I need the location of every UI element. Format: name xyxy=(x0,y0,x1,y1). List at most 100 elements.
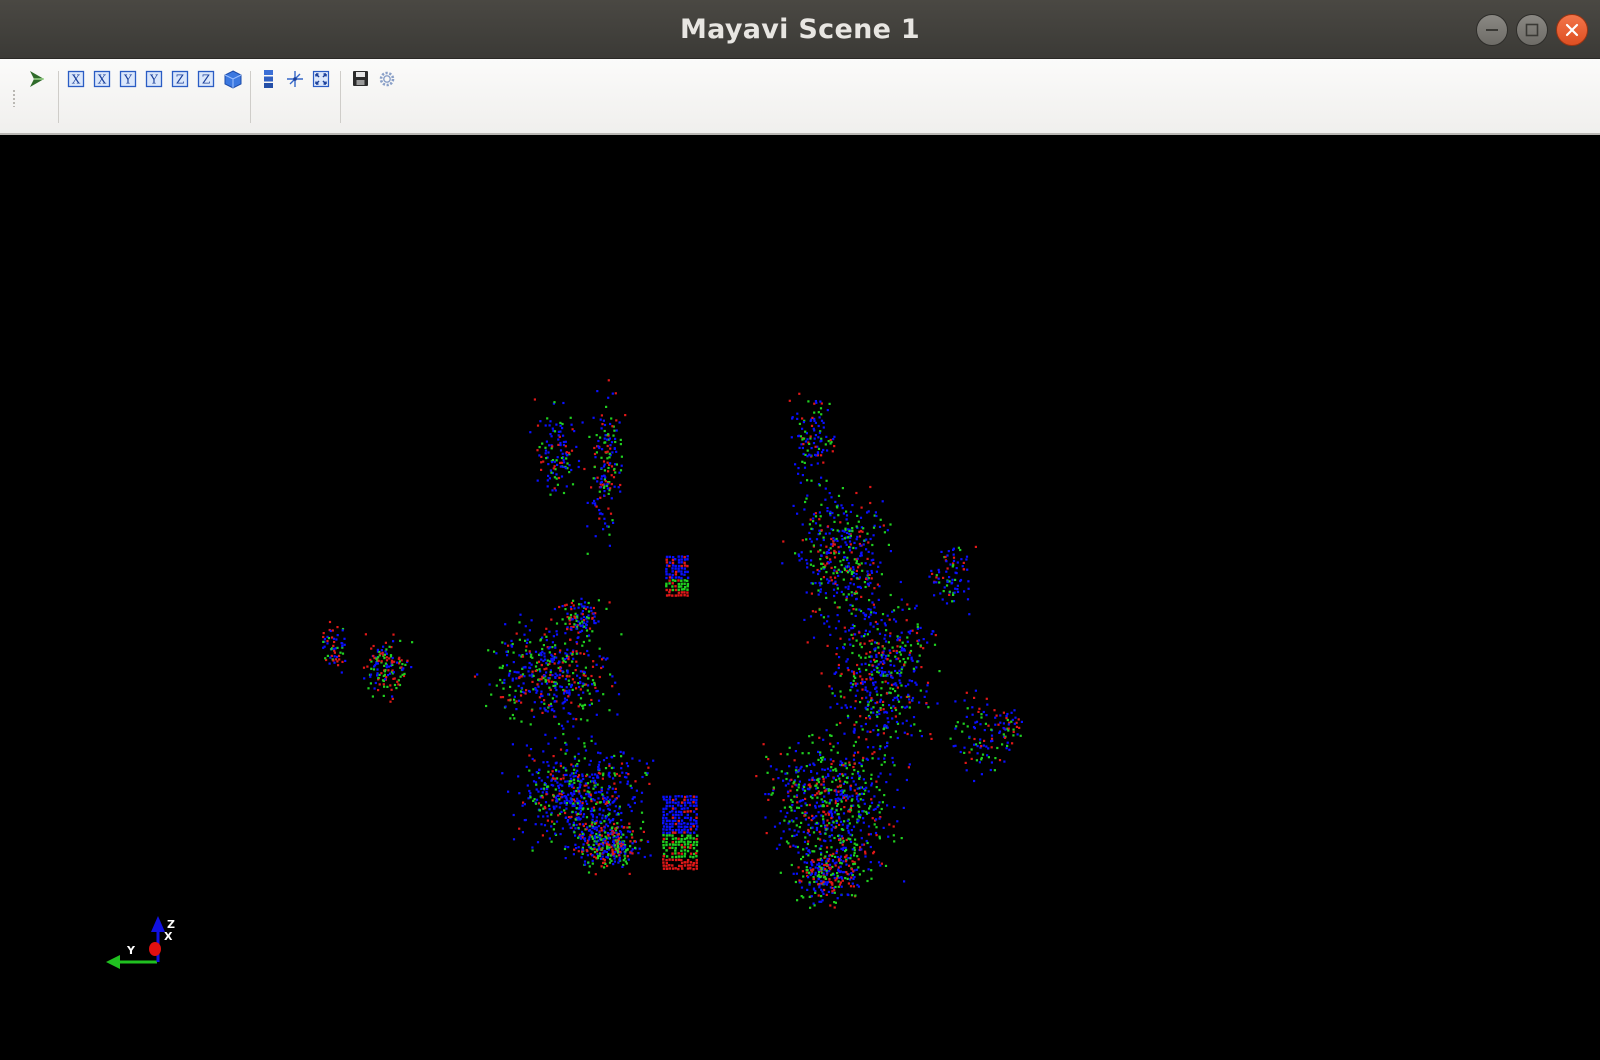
settings-button[interactable] xyxy=(376,68,398,90)
cloud-point xyxy=(891,610,894,613)
cloud-point xyxy=(628,826,631,829)
maximize-button[interactable] xyxy=(1516,14,1548,46)
minimize-button[interactable] xyxy=(1476,14,1508,46)
cloud-point xyxy=(591,665,595,668)
cloud-point xyxy=(613,485,616,488)
cloud-point xyxy=(587,829,591,832)
cloud-point xyxy=(604,434,607,437)
toolbar-grip[interactable] xyxy=(12,89,16,107)
cloud-point xyxy=(665,864,668,868)
cloud-point xyxy=(578,792,581,795)
cloud-point xyxy=(819,558,822,561)
cloud-point xyxy=(603,469,606,472)
cloud-point xyxy=(561,657,564,660)
cloud-point xyxy=(837,859,841,862)
cloud-point xyxy=(859,656,862,659)
title-bar[interactable]: Mayavi Scene 1 xyxy=(0,0,1600,59)
full-screen-button[interactable] xyxy=(310,68,332,90)
cloud-point xyxy=(851,504,854,507)
cloud-point xyxy=(564,796,567,799)
cloud-point xyxy=(555,805,558,808)
cloud-point xyxy=(341,629,344,632)
cloud-point xyxy=(579,681,582,684)
cloud-point xyxy=(859,586,862,589)
cloud-point xyxy=(583,860,587,863)
cloud-point xyxy=(554,676,557,679)
cloud-point xyxy=(627,803,630,806)
cloud-point xyxy=(329,629,332,633)
cloud-point xyxy=(819,847,822,850)
save-button[interactable] xyxy=(350,68,372,90)
cloud-point xyxy=(850,894,854,897)
cloud-point xyxy=(534,802,538,805)
cloud-point xyxy=(689,816,693,820)
cloud-point xyxy=(872,683,875,686)
view-y-minus-button[interactable]: Y xyxy=(144,68,166,90)
cloud-point xyxy=(836,804,839,807)
cloud-point xyxy=(557,662,560,665)
cloud-point xyxy=(370,667,373,670)
cloud-point xyxy=(686,579,689,583)
view-z-minus-button[interactable]: Z xyxy=(196,68,218,90)
isometric-view-button[interactable] xyxy=(222,68,244,90)
cloud-point xyxy=(821,815,825,818)
cloud-point xyxy=(810,559,813,562)
close-button[interactable] xyxy=(1556,14,1588,46)
cloud-point xyxy=(564,608,567,611)
cloud-point xyxy=(614,787,617,790)
view-x-minus-button[interactable]: X xyxy=(92,68,114,90)
cloud-point xyxy=(845,776,849,779)
cloud-point xyxy=(835,793,838,796)
parallel-projection-button[interactable] xyxy=(258,68,280,90)
point-cloud xyxy=(322,379,1023,909)
cloud-point xyxy=(552,467,555,470)
cloud-point xyxy=(559,465,562,468)
cloud-point xyxy=(1005,747,1008,750)
cloud-point xyxy=(803,785,806,789)
toggle-axes-button[interactable] xyxy=(284,68,306,90)
cloud-point xyxy=(501,696,505,699)
cloud-point xyxy=(611,787,614,790)
cloud-point xyxy=(839,865,842,868)
cloud-point xyxy=(797,866,800,869)
cloud-point xyxy=(866,532,869,535)
cloud-point xyxy=(875,818,878,821)
cloud-point xyxy=(674,795,677,798)
cloud-point xyxy=(597,439,600,443)
pipeline-button[interactable] xyxy=(26,68,48,90)
cloud-point xyxy=(524,625,527,628)
cloud-point xyxy=(1005,715,1008,718)
cloud-point xyxy=(543,633,546,636)
cloud-point xyxy=(895,720,899,724)
cloud-point xyxy=(528,769,531,772)
cloud-point xyxy=(573,831,576,834)
cloud-point xyxy=(859,829,862,832)
cloud-point xyxy=(884,640,888,643)
cloud-point xyxy=(574,818,577,821)
cloud-point xyxy=(830,579,833,582)
cloud-point xyxy=(617,838,620,841)
cloud-point xyxy=(848,761,851,764)
cloud-point xyxy=(534,687,537,690)
cloud-point xyxy=(567,658,570,661)
cloud-point xyxy=(841,879,844,882)
cloud-point xyxy=(588,639,591,642)
view-z-plus-button[interactable]: Z xyxy=(170,68,192,90)
cloud-point xyxy=(604,817,607,820)
render-viewport[interactable]: Y Z X xyxy=(0,135,1600,1060)
cloud-point xyxy=(604,480,607,483)
cloud-point xyxy=(965,769,968,772)
view-x-plus-button[interactable]: X xyxy=(66,68,88,90)
cloud-point xyxy=(829,510,832,513)
view-y-plus-button[interactable]: Y xyxy=(118,68,140,90)
cloud-point xyxy=(521,804,524,807)
cloud-point xyxy=(680,579,683,582)
cloud-point xyxy=(572,657,575,660)
cloud-point xyxy=(903,880,906,883)
cloud-point xyxy=(837,885,840,888)
cloud-point xyxy=(547,764,550,767)
cloud-point xyxy=(592,777,595,780)
cloud-point xyxy=(820,853,823,856)
cloud-point xyxy=(846,556,849,559)
cloud-point xyxy=(649,854,652,857)
